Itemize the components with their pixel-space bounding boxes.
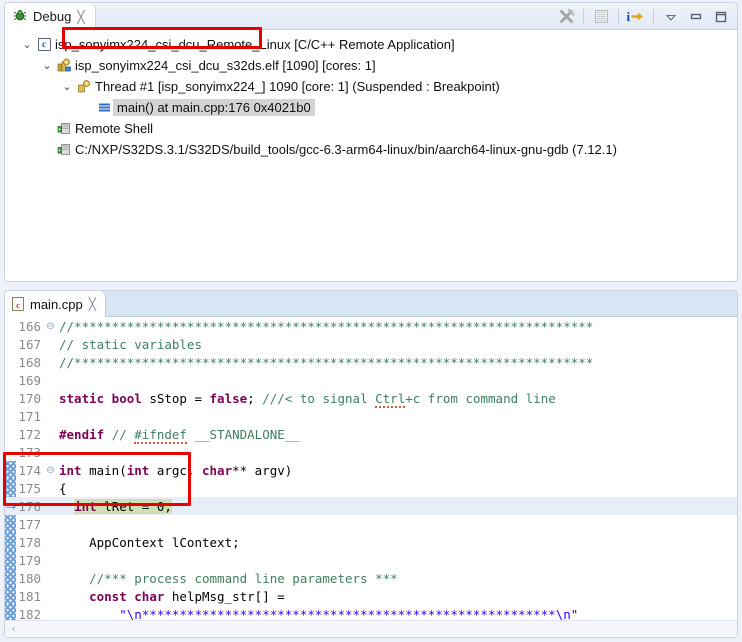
debug-view-toolbar: i bbox=[556, 3, 731, 30]
debug-range-marker bbox=[5, 569, 16, 587]
code-line[interactable]: 178 AppContext lContext; bbox=[5, 533, 737, 551]
instruction-pointer-icon: ⇒ bbox=[6, 499, 17, 513]
process-icon bbox=[55, 58, 73, 73]
code-text: //**************************************… bbox=[59, 354, 594, 370]
line-number: 172 bbox=[18, 426, 41, 442]
tab-main-cpp-label: main.cpp bbox=[30, 296, 83, 312]
code-line[interactable]: 174 ⊖ int main(int argc, char** argv) bbox=[5, 461, 737, 479]
editor-tabbar: c main.cpp ╳ bbox=[5, 291, 737, 317]
view-menu-icon[interactable] bbox=[661, 7, 681, 27]
code-line[interactable]: 173 bbox=[5, 443, 737, 461]
fold-toggle-icon[interactable]: ⊖ bbox=[45, 465, 56, 476]
fold-toggle-icon[interactable]: ⊖ bbox=[45, 321, 56, 332]
debug-range-marker bbox=[5, 551, 16, 569]
cpp-file-icon: c bbox=[12, 297, 24, 311]
code-text: // static variables bbox=[59, 336, 202, 352]
code-line[interactable]: 168 //***********************************… bbox=[5, 353, 737, 371]
tree-row-thread[interactable]: ⌄ Thread #1 [isp_sonyimx224_] 1090 [core… bbox=[5, 76, 737, 97]
code-text: static bool sStop = false; ///< to signa… bbox=[59, 390, 556, 408]
close-icon[interactable]: ╳ bbox=[77, 11, 84, 23]
code-line[interactable]: 180 //*** process command line parameter… bbox=[5, 569, 737, 587]
code-line[interactable]: 181 const char helpMsg_str[] = bbox=[5, 587, 737, 605]
debug-range-marker bbox=[5, 533, 16, 551]
remove-all-terminated-icon[interactable] bbox=[556, 7, 576, 27]
line-number: 170 bbox=[18, 390, 41, 406]
debug-view-panel: Debug ╳ i ⌄ c isp_sonyimx224_csi_dcu_Rem… bbox=[4, 2, 738, 282]
line-number: 171 bbox=[18, 408, 41, 424]
disconnect-icon[interactable] bbox=[591, 7, 611, 27]
tree-row-stack-frame[interactable]: main() at main.cpp:176 0x4021b0 bbox=[5, 97, 737, 118]
tab-debug-label: Debug bbox=[33, 9, 72, 24]
svg-text:i: i bbox=[627, 9, 631, 24]
code-line[interactable]: 170 static bool sStop = false; ///< to si… bbox=[5, 389, 737, 408]
code-line[interactable]: 175{ bbox=[5, 479, 737, 497]
step-into-selection-icon[interactable]: i bbox=[626, 7, 646, 27]
stack-frame-icon bbox=[95, 100, 113, 115]
code-lines-container[interactable]: 166 ⊖//**********************************… bbox=[5, 317, 737, 620]
debug-view-tabbar: Debug ╳ i bbox=[5, 3, 737, 30]
chevron-down-icon[interactable]: ⌄ bbox=[59, 80, 75, 93]
code-line[interactable]: 166 ⊖//**********************************… bbox=[5, 317, 737, 335]
code-text: "\n*************************************… bbox=[59, 606, 579, 621]
toolbar-separator-2 bbox=[618, 9, 619, 24]
remote-shell-icon bbox=[55, 121, 73, 136]
editor-panel: c main.cpp ╳ 166 ⊖//*********************… bbox=[4, 290, 738, 638]
tree-row-label: Thread #1 [isp_sonyimx224_] 1090 [core: … bbox=[95, 79, 500, 94]
debug-range-marker bbox=[5, 515, 16, 533]
code-line[interactable]: 179 bbox=[5, 551, 737, 569]
code-editor-area[interactable]: 166 ⊖//**********************************… bbox=[5, 317, 737, 637]
tree-row-label: main() at main.cpp:176 0x4021b0 bbox=[113, 99, 315, 116]
code-text: #endif // #ifndef __STANDALONE__ bbox=[59, 426, 300, 444]
code-text: //*** process command line parameters **… bbox=[59, 570, 398, 586]
debug-launch-tree[interactable]: ⌄ c isp_sonyimx224_csi_dcu_Remote_Linux … bbox=[5, 30, 737, 281]
scroll-left-icon[interactable]: ‹ bbox=[5, 621, 22, 638]
chevron-down-icon[interactable]: ⌄ bbox=[39, 59, 55, 72]
toolbar-separator-3 bbox=[653, 9, 654, 24]
tree-row-launch-config[interactable]: ⌄ c isp_sonyimx224_csi_dcu_Remote_Linux … bbox=[5, 34, 737, 55]
eclipse-debug-perspective: Debug ╳ i ⌄ c isp_sonyimx224_csi_dcu_Rem… bbox=[0, 0, 742, 642]
debug-range-marker bbox=[5, 605, 16, 620]
launch-config-icon: c bbox=[35, 38, 53, 51]
minimize-icon[interactable] bbox=[686, 7, 706, 27]
code-line[interactable]: 172 #endif // #ifndef __STANDALONE__ bbox=[5, 425, 737, 444]
code-text: int lRet = 0; bbox=[74, 498, 172, 514]
tree-row-remote-shell[interactable]: Remote Shell bbox=[5, 118, 737, 139]
code-text: int main(int argc, char** argv) bbox=[59, 462, 293, 478]
bug-icon bbox=[13, 8, 27, 25]
thread-icon bbox=[75, 79, 93, 94]
code-text: AppContext lContext; bbox=[59, 534, 240, 550]
debug-range-marker bbox=[5, 479, 16, 497]
code-text: //**************************************… bbox=[59, 318, 594, 334]
tree-row-gdb[interactable]: C:/NXP/S32DS.3.1/S32DS/build_tools/gcc-6… bbox=[5, 139, 737, 160]
tab-debug[interactable]: Debug ╳ bbox=[5, 3, 96, 30]
tree-row-label: isp_sonyimx224_csi_dcu_Remote_Linux [C/C… bbox=[55, 37, 455, 52]
line-number: 168 bbox=[18, 354, 41, 370]
close-icon[interactable]: ╳ bbox=[89, 298, 96, 310]
line-number: 169 bbox=[18, 372, 41, 388]
gdb-icon bbox=[55, 142, 73, 157]
tree-row-process[interactable]: ⌄ isp_sonyimx224_csi_dcu_s32ds.elf [1090… bbox=[5, 55, 737, 76]
tab-main-cpp[interactable]: c main.cpp ╳ bbox=[5, 291, 106, 317]
tree-row-label: Remote Shell bbox=[75, 121, 154, 136]
line-number: 173 bbox=[18, 444, 41, 460]
editor-horizontal-scrollbar[interactable]: ‹ bbox=[5, 620, 737, 637]
line-number: 167 bbox=[18, 336, 41, 352]
code-line[interactable]: 177 bbox=[5, 515, 737, 533]
code-line[interactable]: 171 bbox=[5, 407, 737, 425]
code-text: const char helpMsg_str[] = bbox=[89, 588, 285, 604]
chevron-down-icon[interactable]: ⌄ bbox=[19, 38, 35, 51]
code-text: { bbox=[59, 480, 67, 496]
toolbar-separator-1 bbox=[583, 9, 584, 24]
debug-range-marker bbox=[5, 587, 16, 605]
line-number: 166 bbox=[18, 318, 41, 334]
maximize-icon[interactable] bbox=[711, 7, 731, 27]
code-line[interactable]: ⇒ 176 int lRet = 0; bbox=[5, 497, 737, 515]
tree-row-label: C:/NXP/S32DS.3.1/S32DS/build_tools/gcc-6… bbox=[75, 142, 617, 157]
scrollbar-thumb[interactable] bbox=[25, 625, 55, 634]
code-line[interactable]: 167 // static variables bbox=[5, 335, 737, 353]
code-line[interactable]: 182 "\n*********************************… bbox=[5, 605, 737, 620]
code-line[interactable]: 169 bbox=[5, 371, 737, 389]
tree-row-label: isp_sonyimx224_csi_dcu_s32ds.elf [1090] … bbox=[75, 58, 376, 73]
debug-range-marker bbox=[5, 461, 16, 479]
